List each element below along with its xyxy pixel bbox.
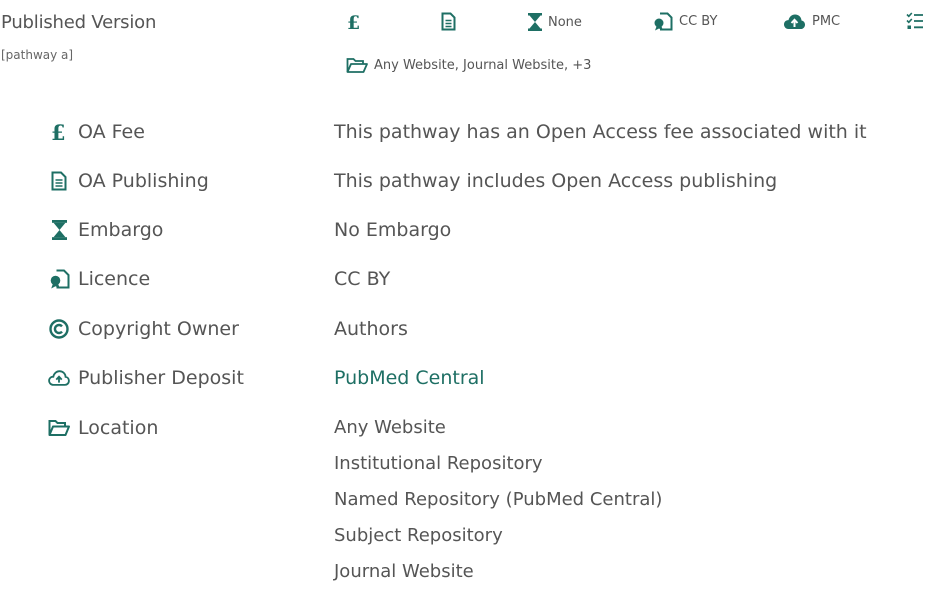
header-oa-fee[interactable]: £ [346,12,362,32]
location-item: Subject Repository [334,525,503,546]
publisher-deposit-label-text: Publisher Deposit [78,367,244,389]
copyright-owner-value: Authors [334,318,408,340]
header-licence[interactable]: CC BY [653,12,717,31]
header-conditions[interactable] [906,12,924,30]
header-deposit[interactable]: PMC [783,13,840,30]
location-label: Location [48,414,158,442]
svg-text:£: £ [347,12,360,32]
copyright-icon [48,319,70,339]
location-item: Any Website [334,417,446,438]
embargo-label: Embargo [48,216,163,244]
document-icon [441,12,456,31]
location-item: Journal Website [334,561,474,582]
licence-icon [48,269,70,289]
hourglass-icon [48,220,70,240]
header-deposit-text: PMC [812,14,841,29]
checklist-icon [906,12,924,30]
folder-open-icon [346,57,368,74]
folder-open-icon [48,419,70,437]
licence-value: CC BY [334,268,391,290]
location-values: Any Website Institutional Repository Nam… [334,410,662,590]
licence-label-text: Licence [78,268,151,290]
oa-publishing-value: This pathway includes Open Access publis… [334,170,778,192]
copyright-owner-label-text: Copyright Owner [78,318,239,340]
licence-icon [653,12,673,31]
location-label-text: Location [78,417,159,439]
embargo-label-text: Embargo [78,219,164,241]
pathway-title: Published Version [1,12,157,33]
pathway-header: Published Version [pathway a] £ None CC … [0,0,937,80]
pound-icon: £ [346,12,362,32]
oa-fee-label: £ OA Fee [48,118,145,146]
pound-icon: £ [48,121,70,143]
publisher-deposit-link[interactable]: PubMed Central [334,364,485,392]
oa-fee-value: This pathway has an Open Access fee asso… [334,121,867,143]
oa-publishing-label-text: OA Publishing [78,170,209,192]
header-licence-text: CC BY [679,14,718,29]
oa-publishing-label: OA Publishing [48,167,209,195]
header-oa-publishing[interactable] [441,12,456,31]
cloud-upload-icon [48,369,70,387]
oa-fee-label-text: OA Fee [78,121,145,143]
location-list: Any Website Institutional Repository Nam… [334,410,662,590]
svg-text:£: £ [51,121,66,143]
document-icon [48,171,70,191]
licence-label: Licence [48,265,150,293]
copyright-owner-label: Copyright Owner [48,315,239,343]
cloud-upload-icon [783,13,806,30]
header-embargo[interactable]: None [528,13,582,31]
embargo-value: No Embargo [334,219,452,241]
header-location[interactable]: Any Website, Journal Website, +3 [346,57,591,74]
hourglass-icon [528,13,542,31]
header-embargo-text: None [548,14,582,30]
publisher-deposit-label: Publisher Deposit [48,364,244,392]
location-item: Institutional Repository [334,453,543,474]
header-location-text: Any Website, Journal Website, +3 [374,58,592,73]
pathway-subtitle: [pathway a] [1,48,74,62]
location-item: Named Repository (PubMed Central) [334,489,663,510]
